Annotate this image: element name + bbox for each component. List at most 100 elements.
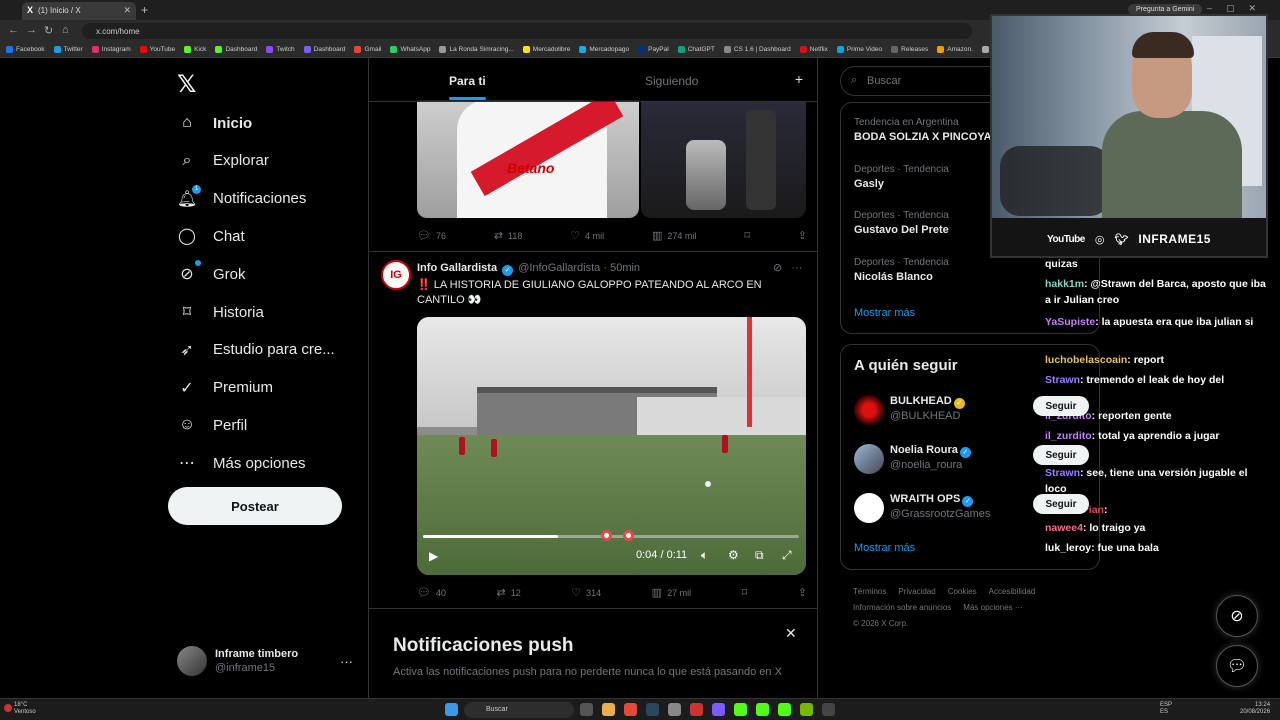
post-image-mate[interactable] <box>641 100 806 218</box>
nav-item-chat[interactable]: ◯ Chat <box>177 221 245 251</box>
post-button[interactable]: Postear <box>168 487 342 525</box>
share-button[interactable]: ⇪ <box>798 586 807 599</box>
bookmark-item[interactable]: Instagram <box>91 46 131 53</box>
bookmark-item[interactable]: WhatsApp <box>390 46 430 53</box>
bookmark-item[interactable]: La Ronda Simracing... <box>439 46 514 53</box>
nav-item-grok[interactable]: ⊘ Grok <box>177 259 246 289</box>
bookmark-item[interactable]: Dashboard <box>215 46 257 53</box>
trend-item[interactable]: Deportes · Tendencia Gasly <box>854 164 949 190</box>
fullscreen-icon[interactable]: ⤢ <box>782 548 792 563</box>
grok-fab-icon[interactable]: ⊘ <box>1216 595 1258 637</box>
trend-item[interactable]: Tendencia en Argentina BODA SOLZIA X PINC… <box>854 117 992 143</box>
window-controls[interactable]: –▢✕ <box>1207 3 1270 14</box>
nav-item-notificaciones[interactable]: 🔔︎ 1 Notificaciones <box>177 184 306 214</box>
file-explorer-icon[interactable] <box>602 703 615 716</box>
footer-link[interactable]: Cookies <box>948 587 977 596</box>
kick-icon[interactable] <box>756 703 769 716</box>
follow-button[interactable]: Seguir <box>1033 396 1089 416</box>
bookmark-item[interactable]: CS 1.6 | Dashboard <box>723 46 791 53</box>
url-field[interactable]: x.com/home <box>82 23 972 39</box>
steam-icon[interactable] <box>646 703 659 716</box>
avatar[interactable] <box>854 395 884 425</box>
reply-button[interactable]: 💬︎ 40 <box>417 586 446 599</box>
tab-for-you[interactable]: Para ti <box>449 74 486 100</box>
trend-item[interactable]: Deportes · Tendencia Gustavo Del Prete <box>854 210 949 236</box>
avatar[interactable]: IG <box>381 260 411 290</box>
chrome-icon[interactable] <box>624 703 637 716</box>
avatar[interactable] <box>854 493 884 523</box>
post-image-jersey[interactable]: Betano <box>417 100 639 218</box>
bookmark-item[interactable]: Mercadopago <box>579 46 629 53</box>
views-button[interactable]: ▥ 27 mil <box>652 586 691 599</box>
volume-icon[interactable]: 🔈︎ <box>701 548 708 563</box>
account-switcher[interactable]: Inframe timbero @inframe15 <box>177 646 298 676</box>
trend-item[interactable]: Deportes · Tendencia Nicolás Blanco <box>854 257 949 283</box>
bookmark-item[interactable]: Twitter <box>53 46 83 53</box>
reply-button[interactable]: 💬︎ 76 <box>417 229 446 242</box>
forward-icon[interactable]: → <box>26 24 37 36</box>
repost-button[interactable]: ⇄ 12 <box>497 586 521 599</box>
follow-button[interactable]: Seguir <box>1033 494 1089 514</box>
nav-item-estudio-para-cre[interactable]: ➶ Estudio para cre... <box>177 335 334 365</box>
nav-item-inicio[interactable]: ⌂ Inicio <box>177 108 252 138</box>
video-player[interactable]: ▶ 0:04 / 0:11 🔈︎ ⚙ ⧉ ⤢ <box>417 317 806 575</box>
clock[interactable]: 13:24 20/08/2026 <box>1240 702 1270 716</box>
show-more-link[interactable]: Mostrar más <box>854 542 915 554</box>
weather-widget[interactable]: 18°C Ventoso <box>4 702 36 716</box>
bookmark-item[interactable]: YouTube <box>139 46 175 53</box>
repost-button[interactable]: ⇄ 118 <box>494 229 523 242</box>
footer-link[interactable]: Información sobre anuncios <box>853 603 951 612</box>
like-button[interactable]: ♡ 314 <box>571 586 601 599</box>
footer-link[interactable]: Términos <box>853 587 886 596</box>
footer-link[interactable]: Privacidad <box>898 587 935 596</box>
nav-item-perfil[interactable]: ☺ Perfil <box>177 410 247 440</box>
bookmark-item[interactable]: Mercadolibre <box>522 46 570 53</box>
tab-following[interactable]: Siguiendo <box>645 74 698 88</box>
bookmark-item[interactable]: PayPal <box>638 46 669 53</box>
picture-in-picture-icon[interactable]: ⧉ <box>755 548 764 563</box>
close-tab-icon[interactable]: ✕ <box>123 5 131 16</box>
nav-item-premium[interactable]: ✓ Premium <box>177 373 273 403</box>
close-icon[interactable]: ✕ <box>785 625 797 642</box>
footer-link[interactable]: Accesibilidad <box>989 587 1036 596</box>
bookmark-button[interactable]: ⌑ <box>744 229 750 242</box>
kick-icon[interactable] <box>778 703 791 716</box>
like-button[interactable]: ♡ 4 mil <box>570 229 604 242</box>
show-more-link[interactable]: Mostrar más <box>854 307 915 319</box>
app-icon[interactable] <box>690 703 703 716</box>
back-icon[interactable]: ← <box>8 24 19 36</box>
nav-item-explorar[interactable]: ⌕ Explorar <box>177 146 269 176</box>
settings-icon[interactable]: ⚙ <box>728 548 739 562</box>
bookmark-item[interactable]: Netflix <box>799 46 828 53</box>
share-button[interactable]: ⇪ <box>798 229 807 242</box>
views-button[interactable]: ▥ 274 mil <box>652 229 696 242</box>
add-feed-icon[interactable]: + <box>795 71 803 87</box>
grok-icon[interactable]: ⊘ <box>773 262 782 274</box>
nav-item-historia[interactable]: ⌑ Historia <box>177 297 264 327</box>
more-horizontal-icon[interactable]: ··· <box>791 262 802 274</box>
new-tab-icon[interactable]: + <box>141 3 148 17</box>
bookmark-item[interactable]: ChatGPT <box>677 46 715 53</box>
play-icon[interactable]: ▶ <box>429 549 438 563</box>
reload-icon[interactable]: ↻ <box>44 24 53 37</box>
bookmark-item[interactable]: Facebook <box>6 46 45 53</box>
home-browser-icon[interactable]: ⌂ <box>62 24 69 36</box>
avatar[interactable] <box>854 444 884 474</box>
x-logo-icon[interactable]: 𝕏 <box>177 70 196 99</box>
footer-link[interactable]: Más opciones ··· <box>963 603 1023 612</box>
browser-tab[interactable]: X (1) Inicio / X ✕ <box>22 2 136 20</box>
follow-button[interactable]: Seguir <box>1033 445 1089 465</box>
bookmark-item[interactable]: Amazon. <box>937 46 973 53</box>
author-handle[interactable]: @InfoGallardista <box>518 262 600 274</box>
app-icon[interactable] <box>668 703 681 716</box>
bookmark-item[interactable]: Gmail <box>354 46 381 53</box>
app-icon[interactable] <box>822 703 835 716</box>
bookmark-button[interactable]: ⌑ <box>742 586 748 599</box>
discord-icon[interactable] <box>712 703 725 716</box>
bookmark-item[interactable]: Dashboard <box>303 46 345 53</box>
bookmark-item[interactable]: Twitch <box>266 46 295 53</box>
language-indicator[interactable]: ESP ES <box>1160 702 1172 716</box>
kick-icon[interactable] <box>734 703 747 716</box>
nav-item-más-opciones[interactable]: ⋯ Más opciones <box>177 448 306 478</box>
windows-start-icon[interactable] <box>445 703 458 716</box>
